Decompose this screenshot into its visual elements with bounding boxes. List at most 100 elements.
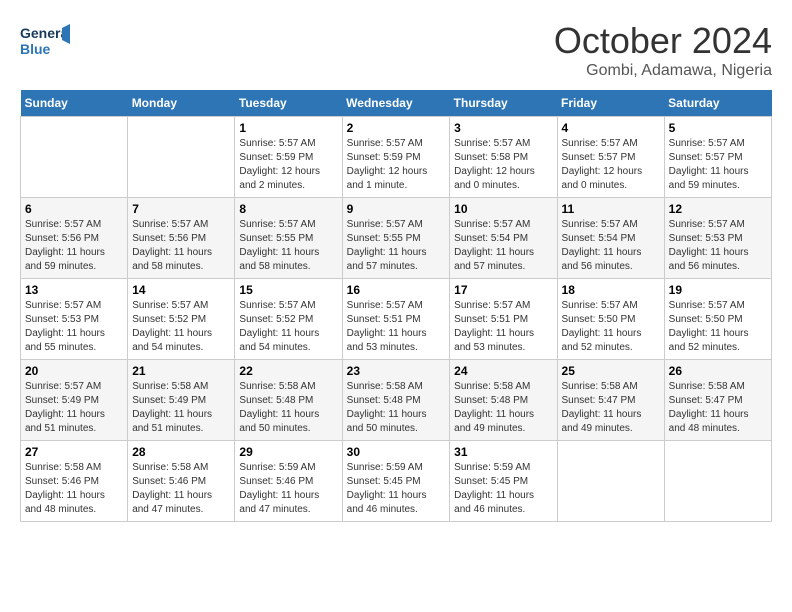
calendar-cell: 19 Sunrise: 5:57 AMSunset: 5:50 PMDayligh… (664, 279, 771, 360)
day-number: 12 (669, 202, 767, 216)
logo-icon: General Blue (20, 20, 70, 65)
weekday-friday: Friday (557, 90, 664, 117)
weekday-thursday: Thursday (450, 90, 557, 117)
day-info: Sunrise: 5:57 AMSunset: 5:52 PMDaylight:… (132, 299, 230, 355)
day-number: 19 (669, 283, 767, 297)
day-info: Sunrise: 5:57 AMSunset: 5:57 PMDaylight:… (669, 137, 767, 193)
calendar-cell: 29 Sunrise: 5:59 AMSunset: 5:46 PMDayligh… (235, 441, 342, 522)
day-info: Sunrise: 5:57 AMSunset: 5:59 PMDaylight:… (239, 137, 337, 193)
calendar-week-3: 13 Sunrise: 5:57 AMSunset: 5:53 PMDayligh… (21, 279, 772, 360)
calendar-cell: 13 Sunrise: 5:57 AMSunset: 5:53 PMDayligh… (21, 279, 128, 360)
day-number: 20 (25, 364, 123, 378)
calendar-cell: 9Sunrise: 5:57 AMSunset: 5:55 PMDaylight… (342, 198, 450, 279)
calendar-week-4: 20 Sunrise: 5:57 AMSunset: 5:49 PMDayligh… (21, 360, 772, 441)
day-info: Sunrise: 5:59 AMSunset: 5:45 PMDaylight:… (454, 461, 552, 517)
day-number: 2 (347, 121, 446, 135)
calendar-cell: 17 Sunrise: 5:57 AMSunset: 5:51 PMDayligh… (450, 279, 557, 360)
month-title: October 2024 (554, 20, 772, 62)
calendar-cell: 16Sunrise: 5:57 AMSunset: 5:51 PMDayligh… (342, 279, 450, 360)
day-info: Sunrise: 5:58 AMSunset: 5:47 PMDaylight:… (562, 380, 660, 436)
calendar-cell: 15Sunrise: 5:57 AMSunset: 5:52 PMDayligh… (235, 279, 342, 360)
day-info: Sunrise: 5:57 AMSunset: 5:53 PMDaylight:… (25, 299, 123, 355)
day-info: Sunrise: 5:59 AMSunset: 5:45 PMDaylight:… (347, 461, 446, 517)
calendar-cell: 6Sunrise: 5:57 AMSunset: 5:56 PMDaylight… (21, 198, 128, 279)
day-info: Sunrise: 5:57 AMSunset: 5:56 PMDaylight:… (25, 218, 123, 274)
day-info: Sunrise: 5:58 AMSunset: 5:47 PMDaylight:… (669, 380, 767, 436)
calendar-cell: 24 Sunrise: 5:58 AMSunset: 5:48 PMDayligh… (450, 360, 557, 441)
day-info: Sunrise: 5:58 AMSunset: 5:48 PMDaylight:… (454, 380, 552, 436)
day-info: Sunrise: 5:58 AMSunset: 5:48 PMDaylight:… (239, 380, 337, 436)
day-info: Sunrise: 5:57 AMSunset: 5:56 PMDaylight:… (132, 218, 230, 274)
weekday-wednesday: Wednesday (342, 90, 450, 117)
day-number: 10 (454, 202, 552, 216)
day-number: 7 (132, 202, 230, 216)
calendar-cell: 1 Sunrise: 5:57 AMSunset: 5:59 PMDaylight… (235, 117, 342, 198)
weekday-saturday: Saturday (664, 90, 771, 117)
day-info: Sunrise: 5:57 AMSunset: 5:55 PMDaylight:… (239, 218, 337, 274)
day-info: Sunrise: 5:57 AMSunset: 5:49 PMDaylight:… (25, 380, 123, 436)
day-info: Sunrise: 5:58 AMSunset: 5:48 PMDaylight:… (347, 380, 446, 436)
day-number: 4 (562, 121, 660, 135)
calendar-week-1: 1 Sunrise: 5:57 AMSunset: 5:59 PMDaylight… (21, 117, 772, 198)
day-number: 3 (454, 121, 552, 135)
calendar-cell: 3 Sunrise: 5:57 AMSunset: 5:58 PMDaylight… (450, 117, 557, 198)
day-info: Sunrise: 5:57 AMSunset: 5:57 PMDaylight:… (562, 137, 660, 193)
calendar-cell (21, 117, 128, 198)
calendar-cell: 10 Sunrise: 5:57 AMSunset: 5:54 PMDayligh… (450, 198, 557, 279)
day-number: 11 (562, 202, 660, 216)
day-number: 1 (239, 121, 337, 135)
calendar-cell: 26 Sunrise: 5:58 AMSunset: 5:47 PMDayligh… (664, 360, 771, 441)
calendar-cell: 14 Sunrise: 5:57 AMSunset: 5:52 PMDayligh… (128, 279, 235, 360)
calendar-cell: 18 Sunrise: 5:57 AMSunset: 5:50 PMDayligh… (557, 279, 664, 360)
day-info: Sunrise: 5:57 AMSunset: 5:50 PMDaylight:… (669, 299, 767, 355)
calendar-week-5: 27 Sunrise: 5:58 AMSunset: 5:46 PMDayligh… (21, 441, 772, 522)
day-number: 13 (25, 283, 123, 297)
day-number: 28 (132, 445, 230, 459)
calendar-cell: 30 Sunrise: 5:59 AMSunset: 5:45 PMDayligh… (342, 441, 450, 522)
day-info: Sunrise: 5:57 AMSunset: 5:50 PMDaylight:… (562, 299, 660, 355)
day-number: 8 (239, 202, 337, 216)
day-info: Sunrise: 5:57 AMSunset: 5:58 PMDaylight:… (454, 137, 552, 193)
calendar-cell (557, 441, 664, 522)
day-number: 29 (239, 445, 337, 459)
day-number: 25 (562, 364, 660, 378)
day-info: Sunrise: 5:57 AMSunset: 5:54 PMDaylight:… (454, 218, 552, 274)
calendar-cell: 12Sunrise: 5:57 AMSunset: 5:53 PMDayligh… (664, 198, 771, 279)
calendar-cell: 8 Sunrise: 5:57 AMSunset: 5:55 PMDaylight… (235, 198, 342, 279)
day-number: 23 (347, 364, 446, 378)
day-number: 18 (562, 283, 660, 297)
calendar-cell: 28 Sunrise: 5:58 AMSunset: 5:46 PMDayligh… (128, 441, 235, 522)
day-info: Sunrise: 5:57 AMSunset: 5:55 PMDaylight:… (347, 218, 446, 274)
title-block: October 2024 Gombi, Adamawa, Nigeria (554, 20, 772, 80)
calendar-cell: 11 Sunrise: 5:57 AMSunset: 5:54 PMDayligh… (557, 198, 664, 279)
day-number: 17 (454, 283, 552, 297)
day-number: 27 (25, 445, 123, 459)
logo: General Blue (20, 20, 70, 70)
page-header: General Blue October 2024 Gombi, Adamawa… (20, 20, 772, 80)
day-number: 30 (347, 445, 446, 459)
day-info: Sunrise: 5:57 AMSunset: 5:51 PMDaylight:… (454, 299, 552, 355)
calendar-cell: 7 Sunrise: 5:57 AMSunset: 5:56 PMDaylight… (128, 198, 235, 279)
day-info: Sunrise: 5:57 AMSunset: 5:54 PMDaylight:… (562, 218, 660, 274)
day-number: 26 (669, 364, 767, 378)
day-number: 31 (454, 445, 552, 459)
weekday-monday: Monday (128, 90, 235, 117)
day-number: 21 (132, 364, 230, 378)
day-info: Sunrise: 5:57 AMSunset: 5:51 PMDaylight:… (347, 299, 446, 355)
day-info: Sunrise: 5:59 AMSunset: 5:46 PMDaylight:… (239, 461, 337, 517)
calendar-cell: 27 Sunrise: 5:58 AMSunset: 5:46 PMDayligh… (21, 441, 128, 522)
calendar-body: 1 Sunrise: 5:57 AMSunset: 5:59 PMDaylight… (21, 117, 772, 522)
day-number: 24 (454, 364, 552, 378)
calendar-cell: 22Sunrise: 5:58 AMSunset: 5:48 PMDayligh… (235, 360, 342, 441)
calendar-cell: 4 Sunrise: 5:57 AMSunset: 5:57 PMDaylight… (557, 117, 664, 198)
day-number: 14 (132, 283, 230, 297)
day-info: Sunrise: 5:57 AMSunset: 5:59 PMDaylight:… (347, 137, 446, 193)
calendar-cell: 20 Sunrise: 5:57 AMSunset: 5:49 PMDayligh… (21, 360, 128, 441)
day-info: Sunrise: 5:58 AMSunset: 5:46 PMDaylight:… (132, 461, 230, 517)
weekday-tuesday: Tuesday (235, 90, 342, 117)
day-info: Sunrise: 5:58 AMSunset: 5:46 PMDaylight:… (25, 461, 123, 517)
calendar-cell: 21Sunrise: 5:58 AMSunset: 5:49 PMDayligh… (128, 360, 235, 441)
calendar-cell: 31 Sunrise: 5:59 AMSunset: 5:45 PMDayligh… (450, 441, 557, 522)
calendar-cell: 2 Sunrise: 5:57 AMSunset: 5:59 PMDaylight… (342, 117, 450, 198)
day-number: 5 (669, 121, 767, 135)
